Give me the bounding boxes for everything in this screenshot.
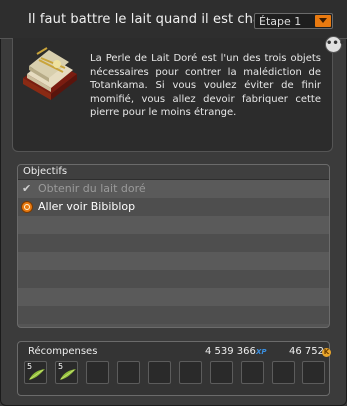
checkmark-icon: ✔ <box>22 182 32 195</box>
objective-empty-row <box>18 306 329 324</box>
objective-label: Obtenir du lait doré <box>38 182 146 195</box>
reward-empty-slot <box>241 361 264 384</box>
objectives-header: Objectifs <box>18 165 329 180</box>
reward-empty-slot <box>210 361 233 384</box>
reward-empty-slot <box>272 361 295 384</box>
objective-item[interactable]: ✔ Obtenir du lait doré <box>18 180 329 198</box>
objective-empty-row <box>18 216 329 234</box>
objective-empty-row <box>18 288 329 306</box>
xp-tag: XP <box>256 348 267 356</box>
reward-empty-slot <box>117 361 140 384</box>
reward-item-slot[interactable]: 5 <box>55 361 78 384</box>
xp-reward-value: 4 539 366 <box>205 346 256 357</box>
objectives-list: Objectifs ✔ Obtenir du lait doré Aller v… <box>17 164 330 328</box>
quest-description: La Perle de Lait Doré est l'un des trois… <box>90 53 321 118</box>
objective-empty-row <box>18 252 329 270</box>
rewards-panel: Récompenses 4 539 366 XP 46 752 K 5 5 <box>17 341 331 396</box>
reward-empty-slot <box>179 361 202 384</box>
chevron-down-icon[interactable] <box>315 15 331 27</box>
kamas-reward-value: 46 752 <box>289 346 324 357</box>
target-icon <box>21 201 33 213</box>
reward-empty-slot <box>302 361 325 384</box>
quest-title: Il faut battre le lait quand il est chau… <box>28 12 278 27</box>
reward-empty-slot <box>148 361 171 384</box>
step-dropdown-value: Étape 1 <box>259 15 302 28</box>
objective-item[interactable]: Aller voir Bibiblop <box>18 198 329 216</box>
objective-label: Aller voir Bibiblop <box>38 200 136 213</box>
objective-empty-row <box>18 270 329 288</box>
reward-item-slot[interactable]: 5 <box>24 361 47 384</box>
objective-empty-row <box>18 234 329 252</box>
more-options-button[interactable]: ••• <box>325 36 345 53</box>
rewards-label: Récompenses <box>28 346 98 357</box>
title-bar: Il faut battre le lait quand il est chau… <box>0 0 347 39</box>
leaf-icon <box>60 369 76 380</box>
leaf-icon <box>29 369 45 380</box>
kamas-icon: K <box>322 348 331 357</box>
reward-empty-slot <box>86 361 109 384</box>
step-dropdown[interactable]: Étape 1 <box>254 13 333 29</box>
pearl-book-icon <box>23 47 77 100</box>
